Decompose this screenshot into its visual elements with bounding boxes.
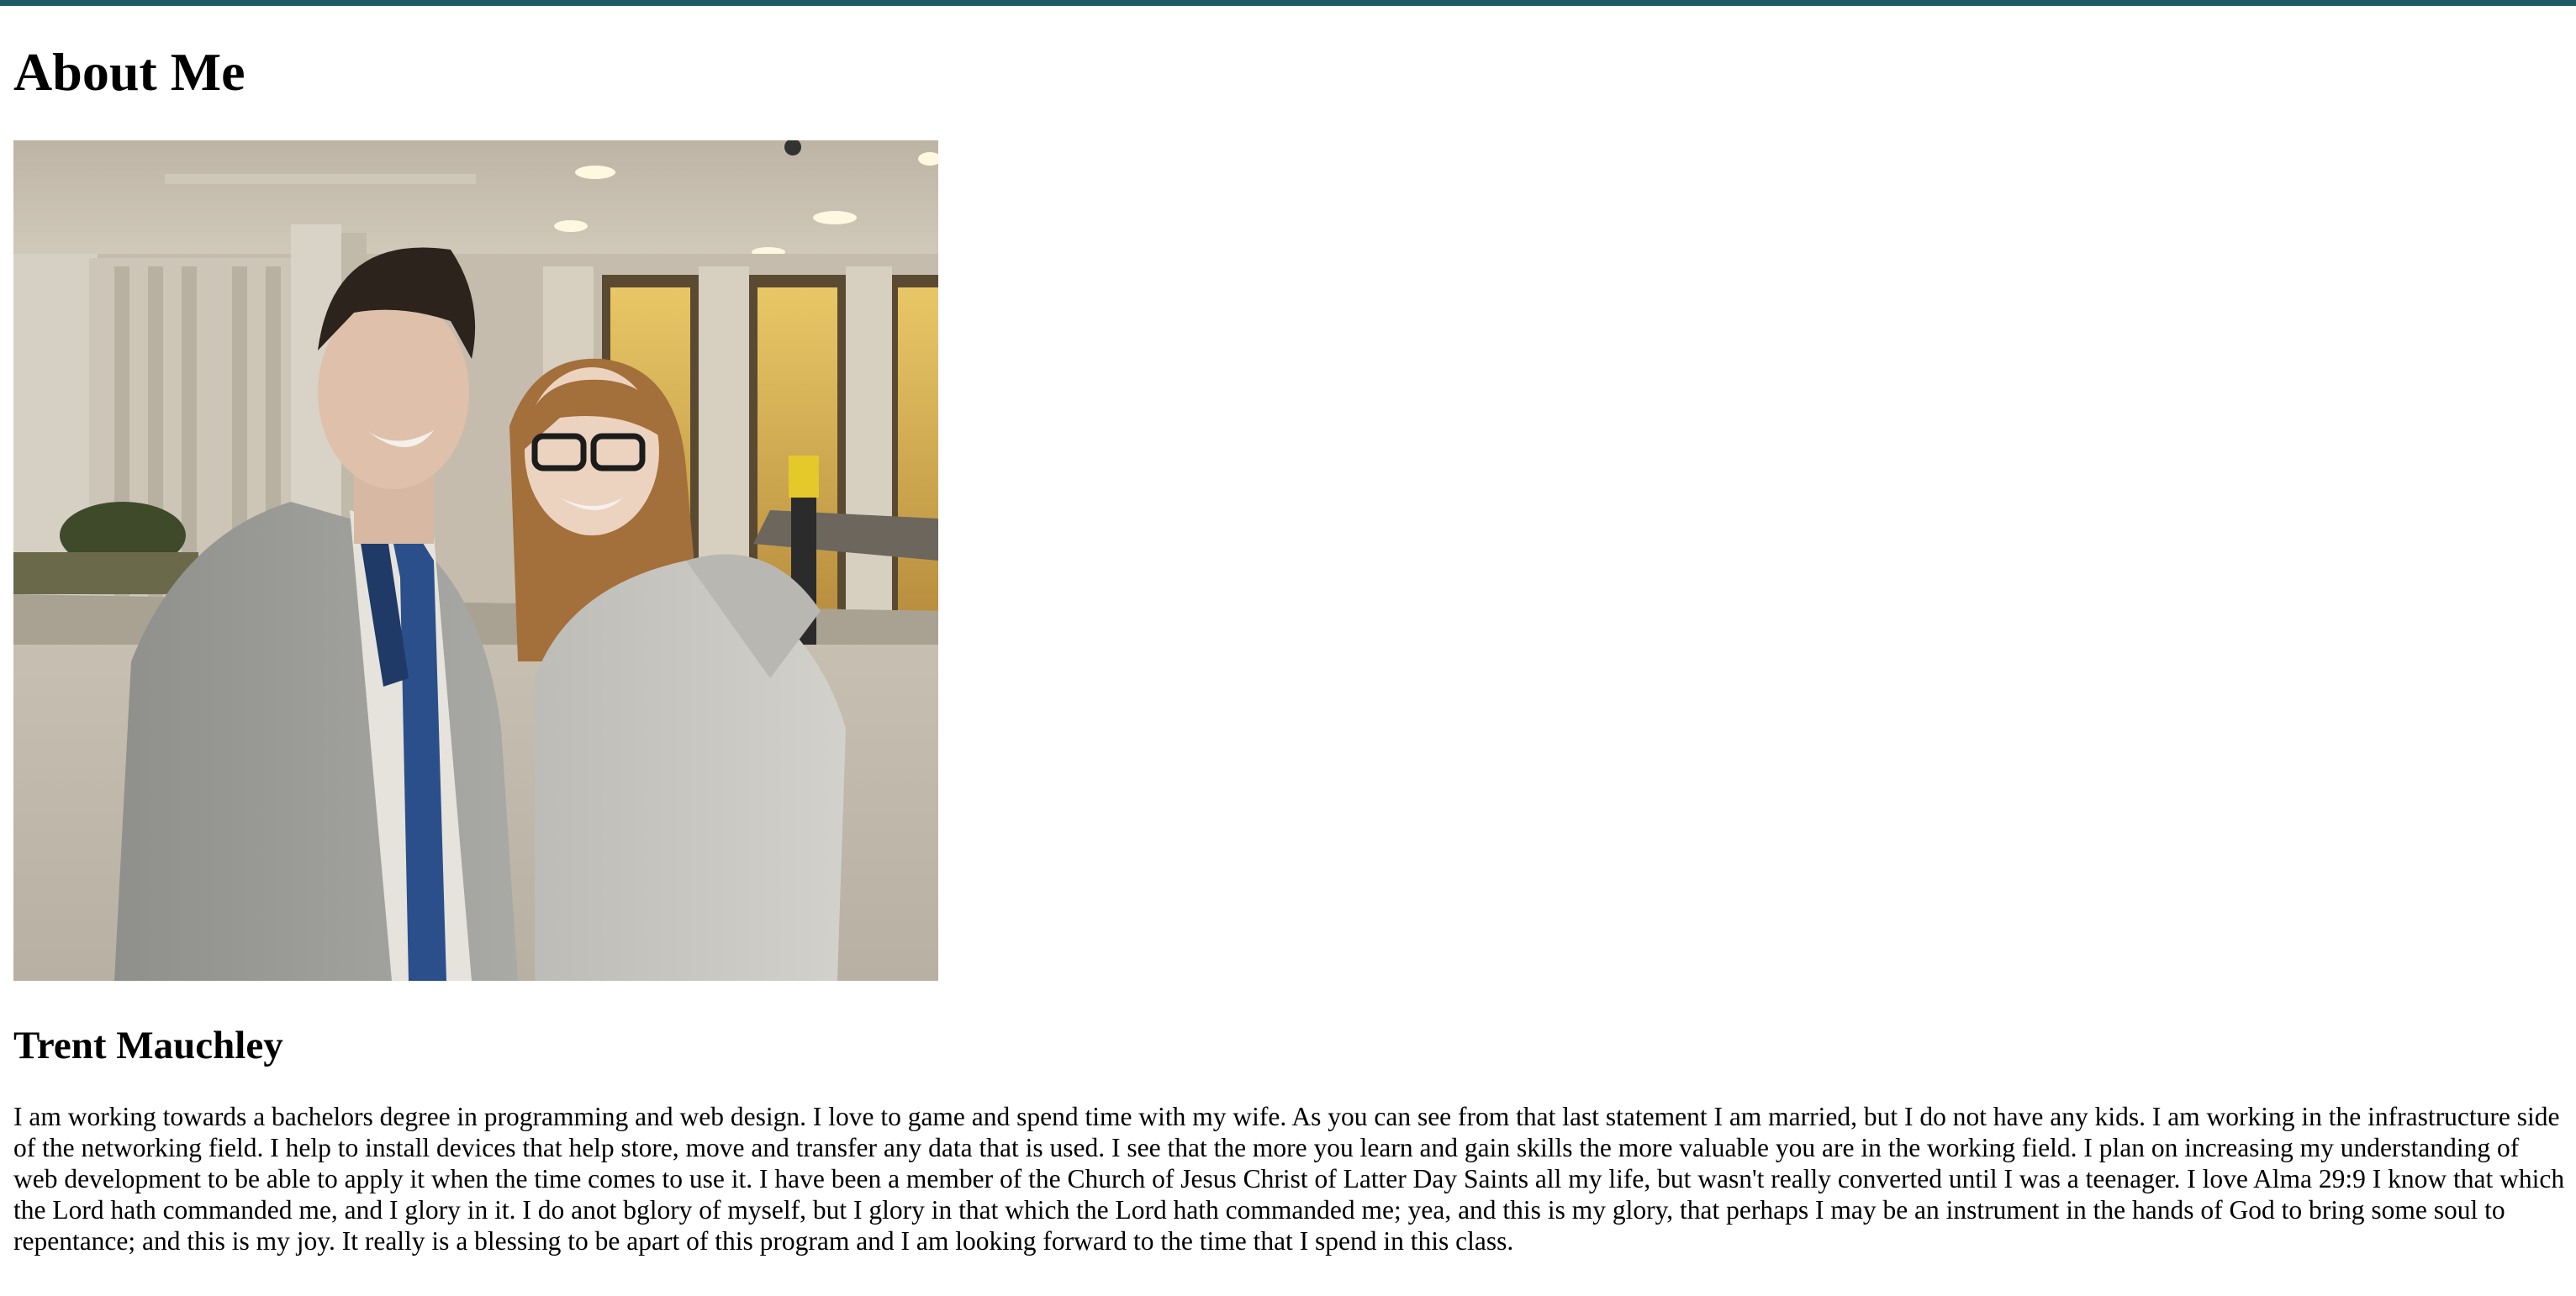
page-title: About Me [13, 42, 245, 102]
couple-photo-icon [13, 140, 938, 981]
top-accent-bar [0, 0, 2576, 6]
person-name: Trent Mauchley [13, 1024, 283, 1067]
profile-photo [13, 140, 938, 981]
bio-paragraph: I am working towards a bachelors degree … [13, 1102, 2565, 1256]
